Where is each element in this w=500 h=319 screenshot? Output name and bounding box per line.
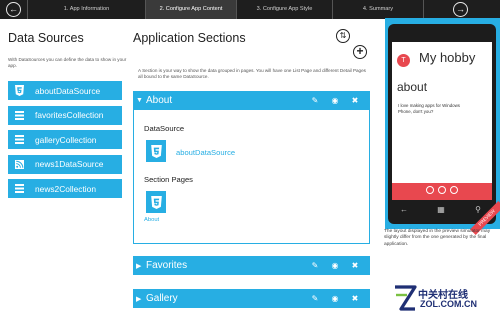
step-divider: [423, 0, 424, 19]
windows-key-icon: ▦: [437, 205, 445, 214]
step-configure-app-content[interactable]: 2. Configure App Content: [146, 0, 236, 19]
data-sources-title: Data Sources: [8, 31, 84, 45]
app-page-text: I love making apps for Windows Phone, do…: [398, 103, 460, 114]
wizard-steps-bar: ← 1. App Information 2. Configure App Co…: [0, 0, 500, 19]
collection-icon: [12, 106, 26, 125]
datasource-heading: DataSource: [144, 124, 185, 133]
datasource-item-news1[interactable]: news1DataSource: [8, 154, 122, 174]
rss-icon: [12, 155, 26, 174]
zol-logo-icon: [393, 283, 417, 318]
html5-icon: [12, 81, 26, 100]
html5-icon[interactable]: [146, 140, 166, 162]
section-name: Favorites: [146, 260, 188, 271]
collection-icon: [12, 179, 26, 198]
data-sources-list: aboutDataSource favoritesCollection gall…: [8, 81, 122, 204]
edit-icon[interactable]: ✎: [305, 261, 325, 270]
datasource-item-news2[interactable]: news2Collection: [8, 179, 122, 199]
section-name: About: [146, 95, 173, 106]
section-page-label[interactable]: About: [144, 217, 159, 223]
app-logo: T: [397, 54, 410, 67]
html5-icon[interactable]: [146, 191, 166, 213]
add-icon[interactable]: +: [353, 45, 367, 59]
data-sources-description: With DataSources you can define the data…: [8, 57, 127, 68]
section-header-favorites[interactable]: ▶ Favorites ✎ ◉ ✖: [133, 256, 370, 275]
section-name: Gallery: [146, 293, 178, 304]
step-summary[interactable]: 4. Summary: [333, 0, 423, 19]
datasource-item-favorites[interactable]: favoritesCollection: [8, 105, 122, 125]
datasource-label: news1DataSource: [35, 159, 104, 170]
phone-screen: T My hobby about I love making apps for …: [392, 42, 492, 200]
arrow-right-icon[interactable]: →: [453, 2, 468, 17]
sections-description: A Section is your way to show the data g…: [138, 68, 366, 79]
collection-icon: [12, 130, 26, 149]
edit-icon[interactable]: ✎: [305, 96, 325, 105]
section-header-gallery[interactable]: ▶ Gallery ✎ ◉ ✖: [133, 289, 370, 308]
app-bar-button-icon: [438, 186, 446, 194]
refresh-icon[interactable]: ⇅: [336, 29, 350, 43]
chevron-down-icon[interactable]: ▼: [136, 97, 146, 104]
arrow-left-icon[interactable]: ←: [6, 2, 21, 17]
datasource-label: galleryCollection: [35, 134, 97, 145]
application-sections-title: Application Sections: [133, 31, 246, 45]
datasource-label: aboutDataSource: [35, 85, 101, 96]
watermark-text-en: ZOL.COM.CN: [420, 299, 477, 309]
search-key-icon: ⚲: [475, 205, 481, 214]
section-datasource-link[interactable]: aboutDataSource: [176, 148, 235, 157]
section-header-about[interactable]: ▼ About ✎ ◉ ✖: [133, 91, 370, 110]
preview-note: The layout displayed in the preview simu…: [384, 229, 491, 247]
close-icon[interactable]: ✖: [345, 96, 365, 105]
chevron-right-icon[interactable]: ▶: [136, 295, 146, 303]
datasource-item-about[interactable]: aboutDataSource: [8, 81, 122, 100]
step-configure-app-style[interactable]: 3. Configure App Style: [237, 0, 332, 19]
edit-icon[interactable]: ✎: [305, 294, 325, 303]
app-page-title: about: [397, 80, 428, 94]
back-key-icon: ←: [400, 205, 408, 214]
step-app-information[interactable]: 1. App Information: [28, 0, 145, 19]
app-bar-button-icon: [450, 186, 458, 194]
app-title: My hobby: [419, 50, 476, 65]
section-pages-heading: Section Pages: [144, 175, 193, 184]
datasource-label: favoritesCollection: [35, 110, 104, 121]
app-bar: [392, 183, 492, 200]
view-icon[interactable]: ◉: [325, 96, 345, 105]
datasource-item-gallery[interactable]: galleryCollection: [8, 130, 122, 150]
view-icon[interactable]: ◉: [325, 294, 345, 303]
close-icon[interactable]: ✖: [345, 261, 365, 270]
chevron-right-icon[interactable]: ▶: [136, 262, 146, 270]
app-bar-button-icon: [426, 186, 434, 194]
close-icon[interactable]: ✖: [345, 294, 365, 303]
view-icon[interactable]: ◉: [325, 261, 345, 270]
datasource-label: news2Collection: [35, 183, 96, 194]
